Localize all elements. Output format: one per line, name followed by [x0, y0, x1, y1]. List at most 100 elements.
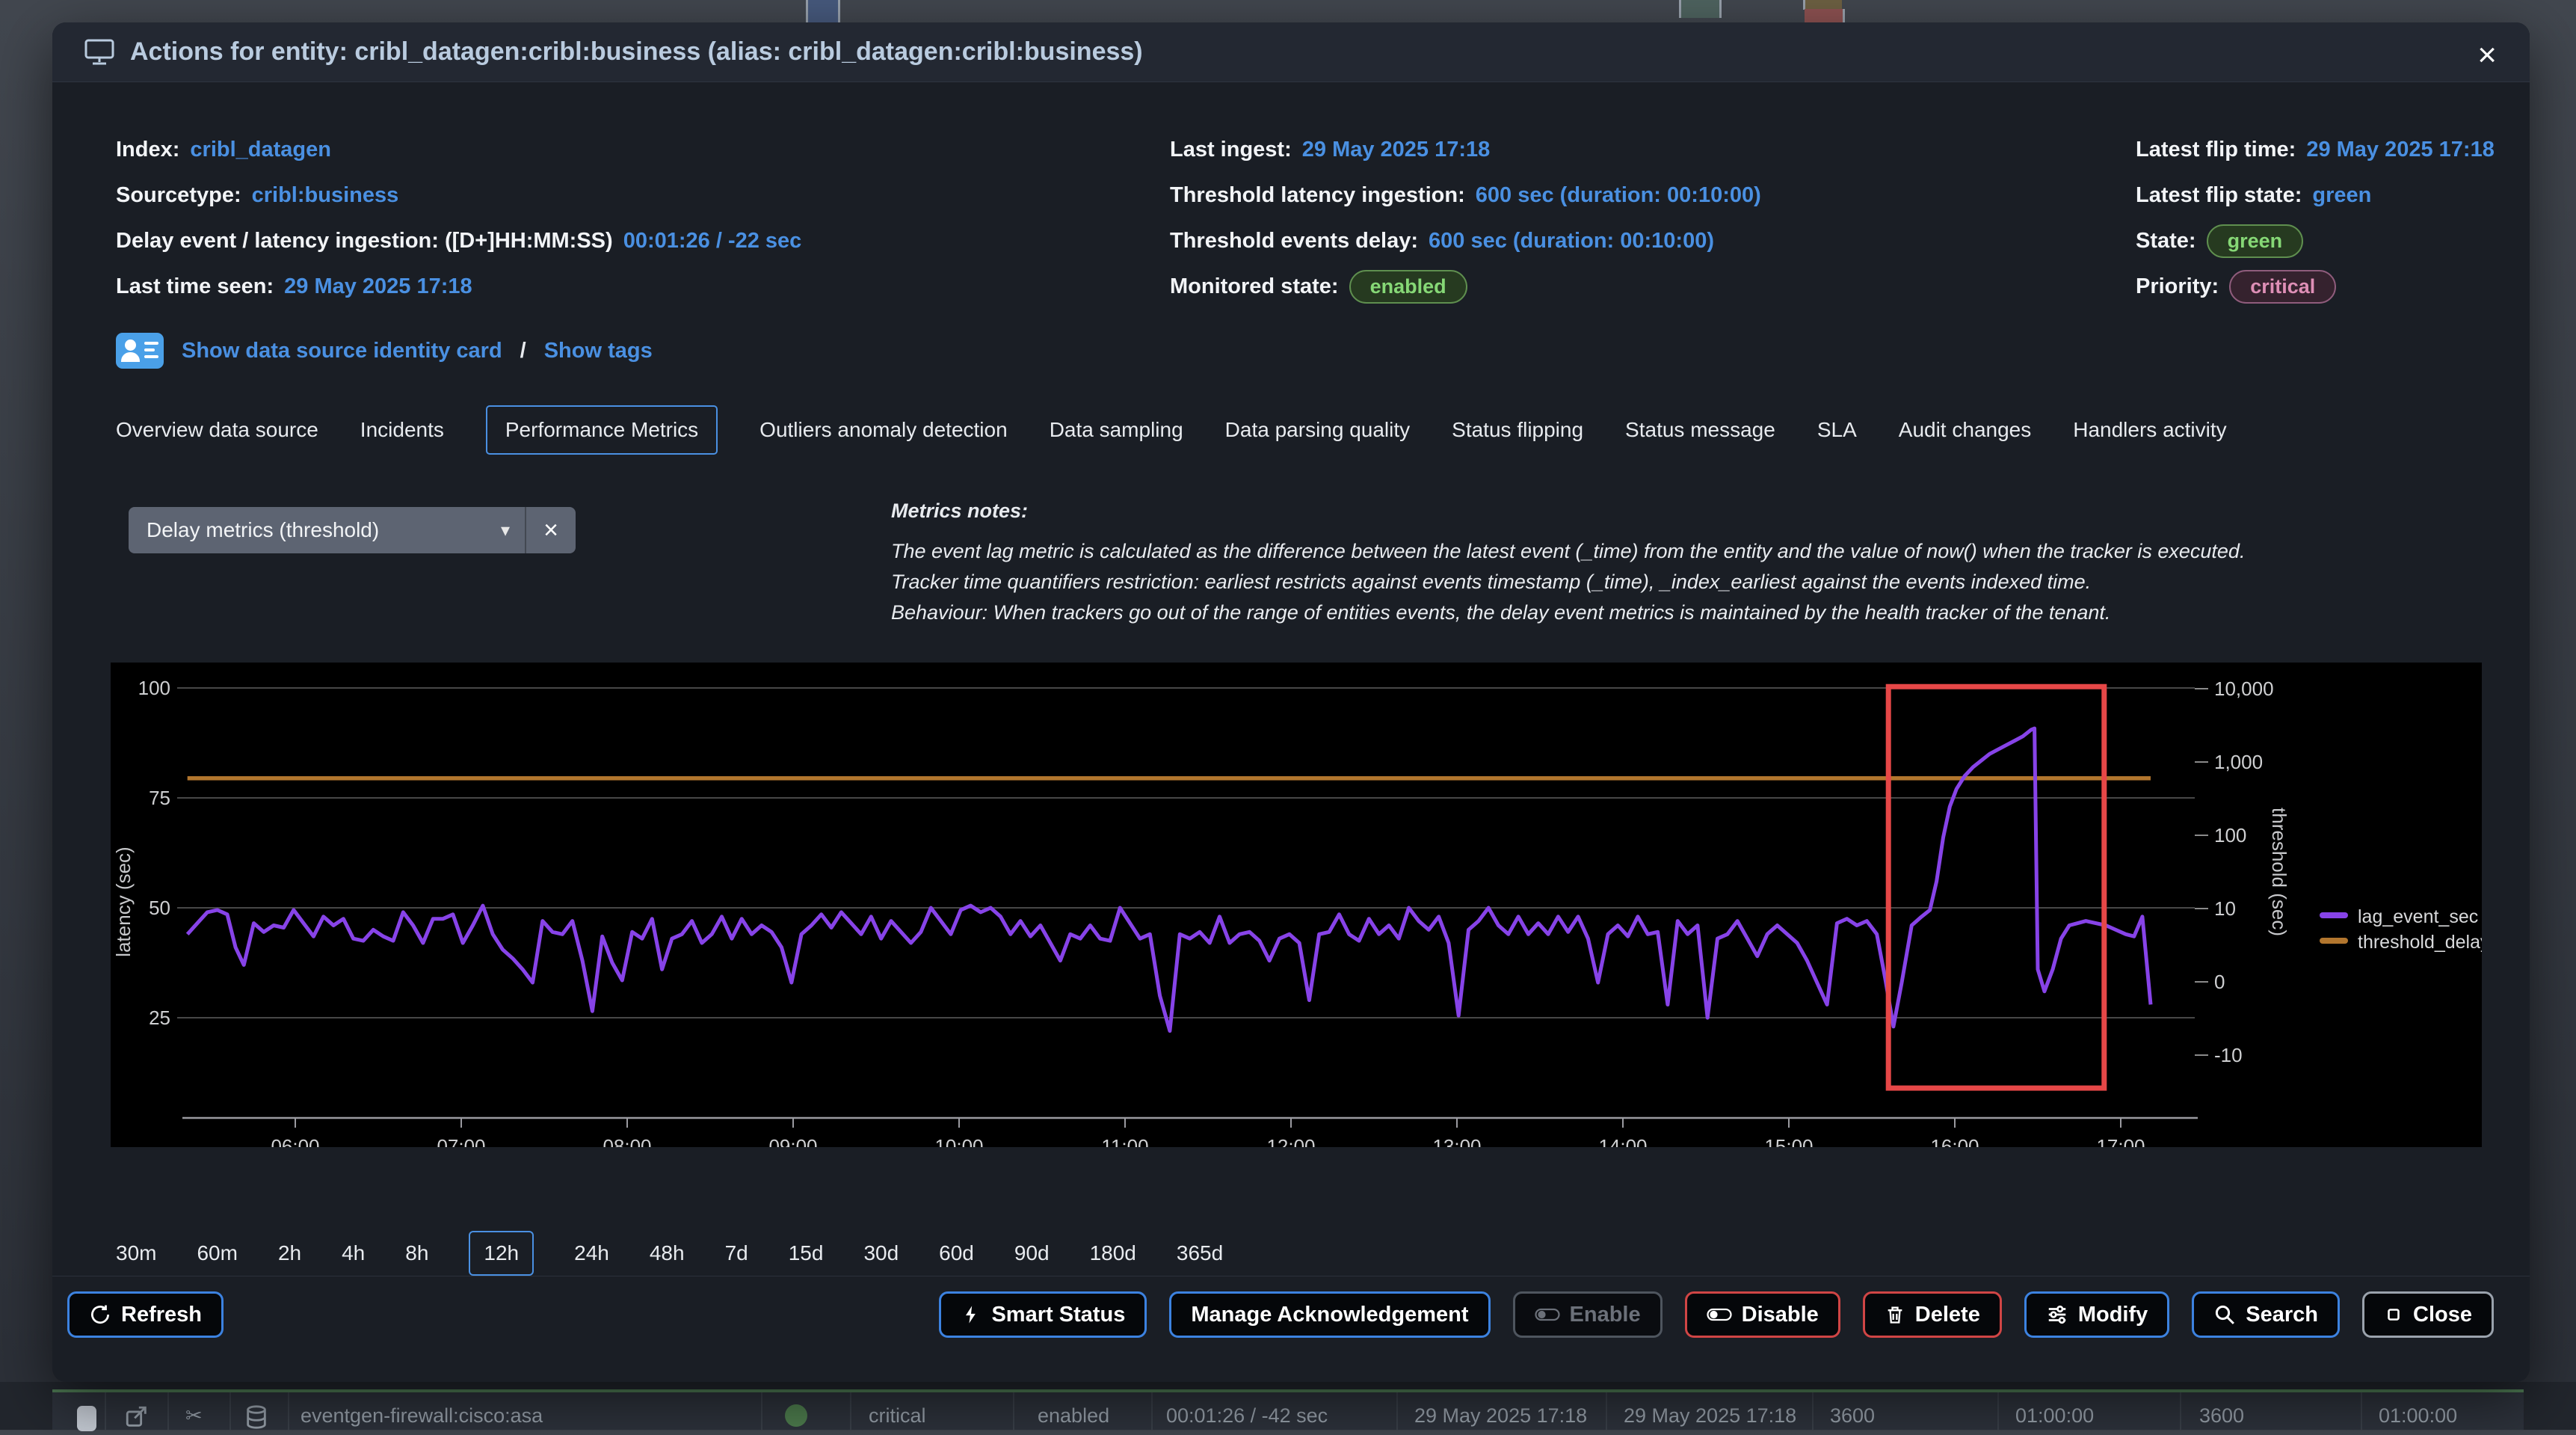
tab-audit-changes[interactable]: Audit changes	[1899, 407, 2031, 453]
row-monitored: enabled	[1038, 1404, 1109, 1428]
external-link-icon[interactable]	[124, 1404, 150, 1435]
info-sourcetype: Sourcetype:cribl:business	[116, 173, 801, 218]
toggle-icon	[1535, 1305, 1560, 1324]
chevron-down-icon[interactable]: ▾	[501, 520, 525, 541]
row-checkbox[interactable]	[77, 1406, 96, 1431]
lightning-icon	[961, 1303, 982, 1326]
tab-status-message[interactable]: Status message	[1625, 407, 1775, 453]
table-row[interactable]: ✂ eventgen-firewall:cisco:asa critical e…	[52, 1392, 2524, 1430]
range-4h[interactable]: 4h	[342, 1232, 365, 1274]
search-button[interactable]: Search	[2192, 1291, 2340, 1338]
svg-text:-10: -10	[2214, 1044, 2243, 1066]
tab-overview-data-source[interactable]: Overview data source	[116, 407, 318, 453]
range-365d[interactable]: 365d	[1177, 1232, 1223, 1274]
modify-button[interactable]: Modify	[2024, 1291, 2169, 1338]
tab-sla[interactable]: SLA	[1817, 407, 1857, 453]
row-last-time: 29 May 2025 17:18	[1414, 1404, 1587, 1428]
tab-data-sampling[interactable]: Data sampling	[1050, 407, 1183, 453]
svg-text:06:00: 06:00	[271, 1135, 319, 1147]
refresh-icon	[89, 1303, 111, 1326]
anomaly-highlight-rect	[1888, 686, 2104, 1088]
range-48h[interactable]: 48h	[650, 1232, 685, 1274]
row-threshold1: 3600	[1830, 1404, 1875, 1428]
sliders-icon	[2046, 1303, 2068, 1326]
manage-acknowledgement-button[interactable]: Manage Acknowledgement	[1169, 1291, 1490, 1338]
svg-text:08:00: 08:00	[603, 1135, 651, 1147]
svg-text:10,000: 10,000	[2214, 677, 2274, 700]
tab-status-flipping[interactable]: Status flipping	[1452, 407, 1583, 453]
legend-swatch	[2320, 938, 2348, 944]
range-30m[interactable]: 30m	[116, 1232, 156, 1274]
row-priority: critical	[869, 1404, 926, 1428]
lag-event-sec-line	[188, 728, 2151, 1031]
enable-button: Enable	[1513, 1291, 1663, 1338]
metric-select-value: Delay metrics (threshold)	[129, 518, 501, 542]
svg-text:100: 100	[2214, 824, 2246, 846]
tab-handlers-activity[interactable]: Handlers activity	[2073, 407, 2226, 453]
range-90d[interactable]: 90d	[1014, 1232, 1050, 1274]
range-60m[interactable]: 60m	[197, 1232, 237, 1274]
right-axis-title: threshold (sec)	[2268, 808, 2290, 936]
delete-button[interactable]: Delete	[1863, 1291, 2002, 1338]
database-icon[interactable]	[244, 1404, 269, 1435]
range-60d[interactable]: 60d	[939, 1232, 974, 1274]
monitored-state-badge: enabled	[1349, 270, 1467, 304]
entity-name: eventgen-firewall:cisco:asa	[301, 1404, 543, 1428]
info-priority: Priority:critical	[2136, 264, 2495, 310]
range-8h[interactable]: 8h	[405, 1232, 428, 1274]
range-24h[interactable]: 24h	[574, 1232, 609, 1274]
info-index: Index:cribl_datagen	[116, 127, 801, 173]
range-15d[interactable]: 15d	[789, 1232, 824, 1274]
smart-status-button[interactable]: Smart Status	[939, 1291, 1147, 1338]
range-30d[interactable]: 30d	[863, 1232, 899, 1274]
info-threshold-delay: Threshold events delay:600 sec (duration…	[1170, 218, 1761, 264]
svg-text:10:00: 10:00	[934, 1135, 983, 1147]
sourcetype-value[interactable]: cribl:business	[252, 183, 399, 208]
footer-left: Refresh	[67, 1291, 224, 1338]
close-icon[interactable]: ×	[2477, 39, 2497, 72]
left-axis-title: latency (sec)	[112, 846, 135, 956]
info-threshold-latency: Threshold latency ingestion:600 sec (dur…	[1170, 173, 1761, 218]
range-180d[interactable]: 180d	[1090, 1232, 1136, 1274]
scissors-icon[interactable]: ✂	[185, 1404, 203, 1428]
tab-data-parsing-quality[interactable]: Data parsing quality	[1225, 407, 1410, 453]
range-2h[interactable]: 2h	[278, 1232, 301, 1274]
svg-text:75: 75	[149, 787, 170, 809]
identity-row: Show data source identity card / Show ta…	[116, 333, 653, 369]
row-last-ingest: 29 May 2025 17:18	[1624, 1404, 1796, 1428]
row-duration1: 01:00:00	[2015, 1404, 2094, 1428]
info-last-ingest: Last ingest:29 May 2025 17:18	[1170, 127, 1761, 173]
svg-text:15:00: 15:00	[1764, 1135, 1813, 1147]
background-entity-table: ✂ eventgen-firewall:cisco:asa critical e…	[0, 1382, 2576, 1430]
monitor-icon	[84, 38, 115, 67]
close-button[interactable]: Close	[2362, 1291, 2494, 1338]
info-delay: Delay event / latency ingestion: ([D+]HH…	[116, 218, 801, 264]
tab-performance-metrics[interactable]: Performance Metrics	[486, 405, 718, 455]
clear-selection-icon[interactable]: ×	[526, 516, 576, 545]
info-last-time-seen: Last time seen:29 May 2025 17:18	[116, 264, 801, 310]
tab-incidents[interactable]: Incidents	[360, 407, 444, 453]
info-flip-state: Latest flip state:green	[2136, 173, 2495, 218]
range-12h[interactable]: 12h	[469, 1231, 534, 1276]
metrics-notes-title: Metrics notes:	[891, 500, 2245, 523]
row-threshold2: 3600	[2199, 1404, 2244, 1428]
disable-button[interactable]: Disable	[1685, 1291, 1840, 1338]
legend-swatch	[2320, 912, 2348, 918]
show-tags-link[interactable]: Show tags	[544, 339, 653, 363]
refresh-button[interactable]: Refresh	[67, 1291, 224, 1338]
modal-header: Actions for entity: cribl_datagen:cribl:…	[52, 22, 2530, 82]
svg-text:16:00: 16:00	[1930, 1135, 1979, 1147]
metrics-notes: Metrics notes: The event lag metric is c…	[891, 500, 2245, 628]
id-card-icon[interactable]	[116, 333, 164, 369]
index-value[interactable]: cribl_datagen	[190, 138, 331, 162]
range-7d[interactable]: 7d	[725, 1232, 748, 1274]
info-monitored-state: Monitored state:enabled	[1170, 264, 1761, 310]
show-identity-card-link[interactable]: Show data source identity card	[182, 339, 502, 363]
metric-select-dropdown[interactable]: Delay metrics (threshold) ▾ ×	[129, 507, 576, 553]
priority-badge: critical	[2229, 270, 2336, 304]
info-state: State:green	[2136, 218, 2495, 264]
tab-outliers-anomaly-detection[interactable]: Outliers anomaly detection	[759, 407, 1008, 453]
info-column-right: Latest flip time:29 May 2025 17:18 Lates…	[2136, 127, 2495, 310]
info-column-middle: Last ingest:29 May 2025 17:18 Threshold …	[1170, 127, 1761, 310]
footer-right: Smart Status Manage Acknowledgement Enable…	[939, 1291, 2494, 1338]
